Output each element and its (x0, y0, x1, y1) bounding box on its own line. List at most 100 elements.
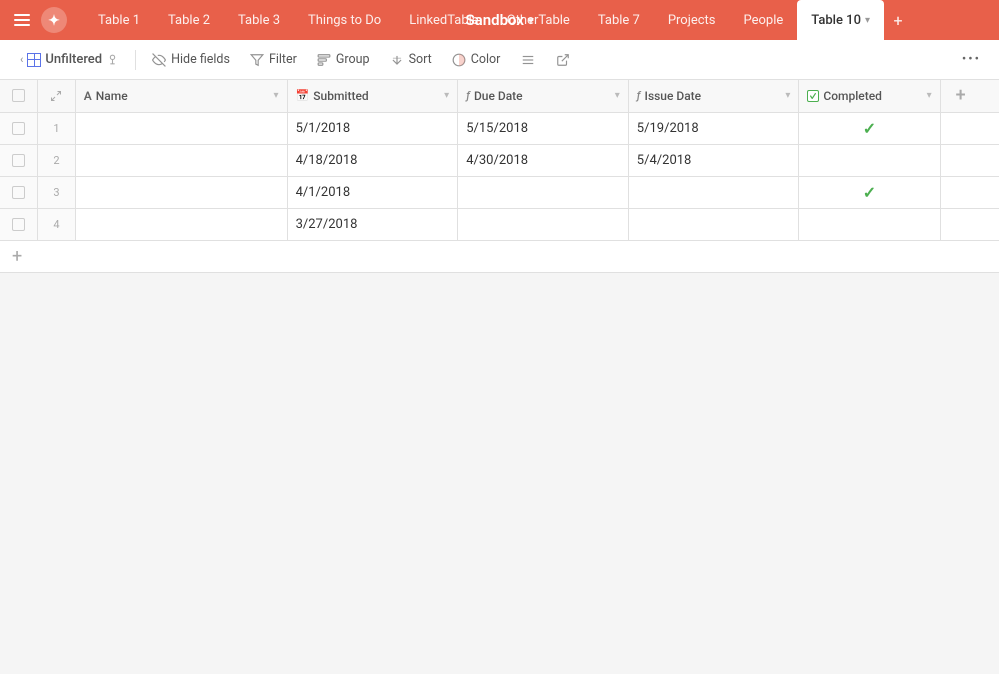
cell-due-date[interactable] (458, 208, 629, 240)
header-add-col: + (940, 80, 999, 112)
name-col-label: Name (96, 89, 128, 103)
tab-things-to-do[interactable]: Things to Do (294, 0, 395, 40)
cell-submitted[interactable]: 4/1/2018 (287, 176, 458, 208)
more-options-button[interactable]: ••• (956, 49, 987, 70)
tab-table10-chevron-icon: ▾ (865, 15, 870, 26)
row-checkbox-cell[interactable] (0, 176, 38, 208)
header-checkbox[interactable] (12, 89, 25, 102)
tab-table2[interactable]: Table 2 (154, 0, 224, 40)
row-height-button[interactable] (512, 49, 544, 71)
hide-fields-icon (152, 53, 166, 67)
cell-submitted[interactable]: 4/18/2018 (287, 144, 458, 176)
color-icon (452, 53, 466, 67)
cell-completed[interactable] (799, 144, 940, 176)
header-checkbox-col[interactable] (0, 80, 38, 112)
cell-completed[interactable] (799, 208, 940, 240)
share-button[interactable] (548, 49, 578, 71)
submitted-col-label: Submitted (313, 89, 368, 103)
table-row: 4 3/27/2018 (0, 208, 999, 240)
grid-view-icon (27, 53, 41, 67)
cell-due-date[interactable]: 5/15/2018 (458, 112, 629, 144)
cell-empty (940, 176, 999, 208)
cell-name[interactable] (75, 144, 287, 176)
tab-projects[interactable]: Projects (654, 0, 730, 40)
toolbar-separator-1 (135, 50, 136, 70)
share-icon (556, 53, 570, 67)
row-checkbox[interactable] (12, 186, 25, 199)
cell-completed[interactable]: ✓ (799, 112, 940, 144)
workspace-title[interactable]: Sandbox ▾ (466, 11, 534, 29)
tab-people[interactable]: People (730, 0, 798, 40)
row-checkbox-cell[interactable] (0, 208, 38, 240)
submitted-col-dropdown-icon[interactable]: ▾ (444, 90, 449, 101)
filter-button[interactable]: Filter (242, 48, 305, 71)
cell-name[interactable] (75, 112, 287, 144)
header-completed-col[interactable]: Completed ▾ (799, 80, 940, 112)
cell-empty (940, 112, 999, 144)
workspace-chevron-icon: ▾ (528, 14, 534, 27)
tab-table7[interactable]: Table 7 (584, 0, 654, 40)
group-button[interactable]: Group (309, 48, 378, 71)
due-date-col-dropdown-icon[interactable]: ▾ (615, 90, 620, 101)
header-issue-date-col[interactable]: ƒ Issue Date ▾ (628, 80, 799, 112)
cell-issue-date[interactable] (628, 176, 799, 208)
add-table-button[interactable]: + (884, 6, 912, 34)
header-submitted-col[interactable]: 📅 Submitted ▾ (287, 80, 458, 112)
issue-date-col-type-icon: ƒ (637, 89, 641, 102)
cell-issue-date[interactable]: 5/4/2018 (628, 144, 799, 176)
row-number: 2 (38, 144, 76, 176)
issue-date-col-dropdown-icon[interactable]: ▾ (785, 90, 790, 101)
row-number: 3 (38, 176, 76, 208)
cell-due-date[interactable]: 4/30/2018 (458, 144, 629, 176)
cell-issue-date[interactable]: 5/19/2018 (628, 112, 799, 144)
row-number: 1 (38, 112, 76, 144)
add-row-button[interactable]: + (0, 241, 999, 273)
completed-col-type-icon (807, 90, 819, 102)
cell-name[interactable] (75, 176, 287, 208)
color-button[interactable]: Color (444, 48, 509, 71)
cell-due-date[interactable] (458, 176, 629, 208)
cell-issue-date[interactable] (628, 208, 799, 240)
table-container: A Name ▾ 📅 Submitted ▾ ƒ (0, 80, 999, 273)
completed-col-label: Completed (823, 89, 882, 103)
tab-table10[interactable]: Table 10 ▾ (797, 0, 884, 40)
top-nav-bar: ✦ Sandbox ▾ Table 1 Table 2 Table 3 Thin… (0, 0, 999, 40)
cell-empty (940, 144, 999, 176)
row-checkbox[interactable] (12, 154, 25, 167)
hamburger-menu-button[interactable] (8, 6, 36, 34)
completed-col-dropdown-icon[interactable]: ▾ (927, 90, 932, 101)
row-checkbox[interactable] (12, 122, 25, 135)
cell-completed[interactable]: ✓ (799, 176, 940, 208)
view-name-label: Unfiltered (45, 52, 102, 67)
color-label: Color (471, 52, 501, 67)
group-label: Group (336, 52, 370, 67)
name-col-dropdown-icon[interactable]: ▾ (274, 90, 279, 101)
hide-fields-button[interactable]: Hide fields (144, 48, 238, 71)
pin-icon (106, 53, 119, 66)
row-number: 4 (38, 208, 76, 240)
app-logo[interactable]: ✦ (40, 6, 68, 34)
chevron-left-icon: ‹ (20, 53, 23, 66)
header-rownum-col (38, 80, 76, 112)
view-selector[interactable]: ‹ Unfiltered (12, 48, 127, 71)
cell-name[interactable] (75, 208, 287, 240)
tab-table1[interactable]: Table 1 (84, 0, 154, 40)
add-column-button[interactable]: + (949, 84, 973, 108)
tab-table3[interactable]: Table 3 (224, 0, 294, 40)
cell-empty (940, 208, 999, 240)
table-row: 2 4/18/20184/30/20185/4/2018 (0, 144, 999, 176)
cell-submitted[interactable]: 3/27/2018 (287, 208, 458, 240)
hide-fields-label: Hide fields (171, 52, 230, 67)
checkmark-icon: ✓ (863, 119, 876, 138)
due-date-col-type-icon: ƒ (466, 89, 470, 102)
row-checkbox[interactable] (12, 218, 25, 231)
cell-submitted[interactable]: 5/1/2018 (287, 112, 458, 144)
checkmark-icon: ✓ (863, 183, 876, 202)
header-name-col[interactable]: A Name ▾ (75, 80, 287, 112)
group-icon (317, 53, 331, 67)
row-checkbox-cell[interactable] (0, 144, 38, 176)
sort-button[interactable]: Sort (382, 48, 440, 71)
row-height-icon (520, 53, 536, 67)
row-checkbox-cell[interactable] (0, 112, 38, 144)
header-due-date-col[interactable]: ƒ Due Date ▾ (458, 80, 629, 112)
